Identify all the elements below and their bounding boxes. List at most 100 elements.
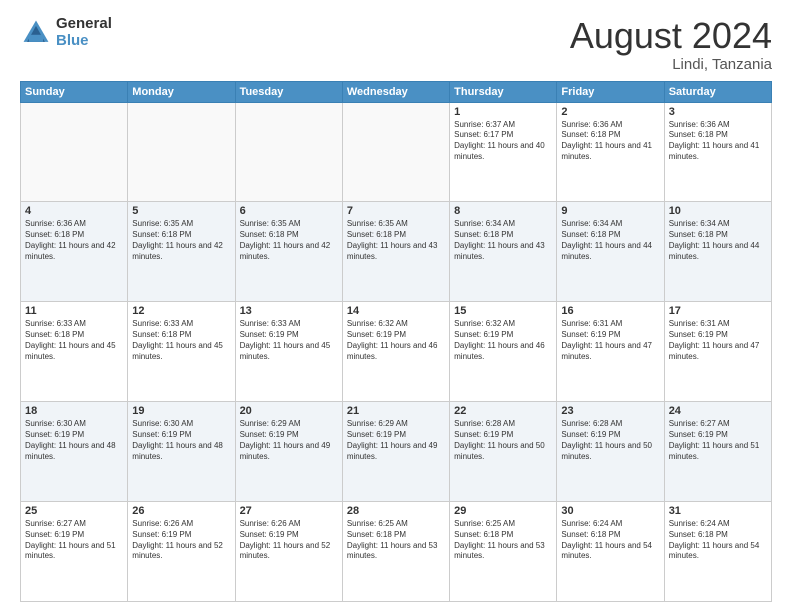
day-info: Sunrise: 6:36 AM Sunset: 6:18 PM Dayligh… bbox=[25, 219, 123, 262]
day-number: 14 bbox=[347, 305, 445, 317]
table-row: 8Sunrise: 6:34 AM Sunset: 6:18 PM Daylig… bbox=[450, 202, 557, 302]
day-number: 23 bbox=[561, 405, 659, 417]
table-row: 11Sunrise: 6:33 AM Sunset: 6:18 PM Dayli… bbox=[21, 302, 128, 402]
day-info: Sunrise: 6:36 AM Sunset: 6:18 PM Dayligh… bbox=[669, 120, 767, 163]
day-number: 25 bbox=[25, 505, 123, 517]
day-info: Sunrise: 6:29 AM Sunset: 6:19 PM Dayligh… bbox=[347, 419, 445, 462]
day-number: 15 bbox=[454, 305, 552, 317]
day-number: 18 bbox=[25, 405, 123, 417]
day-info: Sunrise: 6:29 AM Sunset: 6:19 PM Dayligh… bbox=[240, 419, 338, 462]
day-info: Sunrise: 6:33 AM Sunset: 6:18 PM Dayligh… bbox=[25, 319, 123, 362]
logo: General Blue bbox=[20, 16, 112, 49]
day-number: 10 bbox=[669, 205, 767, 217]
day-number: 13 bbox=[240, 305, 338, 317]
calendar-header-row: Sunday Monday Tuesday Wednesday Thursday… bbox=[21, 81, 772, 102]
header-saturday: Saturday bbox=[664, 81, 771, 102]
table-row: 22 Sunrise: 6:28 AM Sunset: 6:19 PM Dayli… bbox=[450, 402, 557, 502]
table-row: 20 Sunrise: 6:29 AM Sunset: 6:19 PM Dayli… bbox=[235, 402, 342, 502]
day-info: Sunrise: 6:34 AM Sunset: 6:18 PM Dayligh… bbox=[669, 219, 767, 262]
table-row: 3Sunrise: 6:36 AM Sunset: 6:18 PM Daylig… bbox=[664, 102, 771, 202]
calendar-week-row: 18 Sunrise: 6:30 AM Sunset: 6:19 PM Dayli… bbox=[21, 402, 772, 502]
table-row: 24 Sunrise: 6:27 AM Sunset: 6:19 PM Dayli… bbox=[664, 402, 771, 502]
day-number: 19 bbox=[132, 405, 230, 417]
header-friday: Friday bbox=[557, 81, 664, 102]
title-block: August 2024 Lindi, Tanzania bbox=[570, 16, 772, 73]
day-number: 1 bbox=[454, 106, 552, 118]
day-info: Sunrise: 6:28 AM Sunset: 6:19 PM Dayligh… bbox=[561, 419, 659, 462]
table-row: 29Sunrise: 6:25 AM Sunset: 6:18 PM Dayli… bbox=[450, 502, 557, 602]
day-info: Sunrise: 6:33 AM Sunset: 6:18 PM Dayligh… bbox=[132, 319, 230, 362]
day-info: Sunrise: 6:35 AM Sunset: 6:18 PM Dayligh… bbox=[347, 219, 445, 262]
table-row: 2Sunrise: 6:36 AM Sunset: 6:18 PM Daylig… bbox=[557, 102, 664, 202]
table-row: 13 Sunrise: 6:33 AM Sunset: 6:19 PM Dayli… bbox=[235, 302, 342, 402]
table-row bbox=[128, 102, 235, 202]
day-number: 12 bbox=[132, 305, 230, 317]
day-info: Sunrise: 6:30 AM Sunset: 6:19 PM Dayligh… bbox=[25, 419, 123, 462]
day-number: 2 bbox=[561, 106, 659, 118]
day-info: Sunrise: 6:34 AM Sunset: 6:18 PM Dayligh… bbox=[454, 219, 552, 262]
table-row: 31 Sunrise: 6:24 AM Sunset: 6:18 PM Dayli… bbox=[664, 502, 771, 602]
header: General Blue August 2024 Lindi, Tanzania bbox=[20, 16, 772, 73]
table-row: 15 Sunrise: 6:32 AM Sunset: 6:19 PM Dayli… bbox=[450, 302, 557, 402]
calendar-week-row: 1 Sunrise: 6:37 AM Sunset: 6:17 PM Daylig… bbox=[21, 102, 772, 202]
table-row: 23 Sunrise: 6:28 AM Sunset: 6:19 PM Dayli… bbox=[557, 402, 664, 502]
day-number: 17 bbox=[669, 305, 767, 317]
location-subtitle: Lindi, Tanzania bbox=[570, 56, 772, 73]
header-monday: Monday bbox=[128, 81, 235, 102]
logo-general-text: General bbox=[56, 16, 112, 33]
day-number: 22 bbox=[454, 405, 552, 417]
table-row: 9 Sunrise: 6:34 AM Sunset: 6:18 PM Daylig… bbox=[557, 202, 664, 302]
day-number: 31 bbox=[669, 505, 767, 517]
day-number: 30 bbox=[561, 505, 659, 517]
table-row: 4Sunrise: 6:36 AM Sunset: 6:18 PM Daylig… bbox=[21, 202, 128, 302]
logo-icon bbox=[20, 17, 52, 49]
day-number: 9 bbox=[561, 205, 659, 217]
day-info: Sunrise: 6:31 AM Sunset: 6:19 PM Dayligh… bbox=[561, 319, 659, 362]
day-number: 7 bbox=[347, 205, 445, 217]
calendar-week-row: 4Sunrise: 6:36 AM Sunset: 6:18 PM Daylig… bbox=[21, 202, 772, 302]
table-row: 18 Sunrise: 6:30 AM Sunset: 6:19 PM Dayli… bbox=[21, 402, 128, 502]
day-number: 16 bbox=[561, 305, 659, 317]
day-number: 21 bbox=[347, 405, 445, 417]
day-info: Sunrise: 6:34 AM Sunset: 6:18 PM Dayligh… bbox=[561, 219, 659, 262]
day-info: Sunrise: 6:27 AM Sunset: 6:19 PM Dayligh… bbox=[669, 419, 767, 462]
table-row: 30 Sunrise: 6:24 AM Sunset: 6:18 PM Dayli… bbox=[557, 502, 664, 602]
table-row: 5Sunrise: 6:35 AM Sunset: 6:18 PM Daylig… bbox=[128, 202, 235, 302]
header-sunday: Sunday bbox=[21, 81, 128, 102]
day-info: Sunrise: 6:26 AM Sunset: 6:19 PM Dayligh… bbox=[240, 519, 338, 562]
page: General Blue August 2024 Lindi, Tanzania… bbox=[0, 0, 792, 612]
header-thursday: Thursday bbox=[450, 81, 557, 102]
calendar-table: Sunday Monday Tuesday Wednesday Thursday… bbox=[20, 81, 772, 602]
calendar-week-row: 11Sunrise: 6:33 AM Sunset: 6:18 PM Dayli… bbox=[21, 302, 772, 402]
day-number: 26 bbox=[132, 505, 230, 517]
logo-blue-text: Blue bbox=[56, 33, 112, 50]
day-info: Sunrise: 6:33 AM Sunset: 6:19 PM Dayligh… bbox=[240, 319, 338, 362]
header-wednesday: Wednesday bbox=[342, 81, 449, 102]
table-row: 1 Sunrise: 6:37 AM Sunset: 6:17 PM Daylig… bbox=[450, 102, 557, 202]
day-info: Sunrise: 6:26 AM Sunset: 6:19 PM Dayligh… bbox=[132, 519, 230, 562]
table-row: 7 Sunrise: 6:35 AM Sunset: 6:18 PM Daylig… bbox=[342, 202, 449, 302]
day-info: Sunrise: 6:25 AM Sunset: 6:18 PM Dayligh… bbox=[347, 519, 445, 562]
day-number: 20 bbox=[240, 405, 338, 417]
calendar-week-row: 25Sunrise: 6:27 AM Sunset: 6:19 PM Dayli… bbox=[21, 502, 772, 602]
table-row bbox=[235, 102, 342, 202]
day-info: Sunrise: 6:30 AM Sunset: 6:19 PM Dayligh… bbox=[132, 419, 230, 462]
logo-text: General Blue bbox=[56, 16, 112, 49]
day-info: Sunrise: 6:24 AM Sunset: 6:18 PM Dayligh… bbox=[561, 519, 659, 562]
day-info: Sunrise: 6:28 AM Sunset: 6:19 PM Dayligh… bbox=[454, 419, 552, 462]
table-row: 12 Sunrise: 6:33 AM Sunset: 6:18 PM Dayli… bbox=[128, 302, 235, 402]
day-number: 27 bbox=[240, 505, 338, 517]
day-info: Sunrise: 6:37 AM Sunset: 6:17 PM Dayligh… bbox=[454, 120, 552, 163]
day-info: Sunrise: 6:32 AM Sunset: 6:19 PM Dayligh… bbox=[454, 319, 552, 362]
header-tuesday: Tuesday bbox=[235, 81, 342, 102]
day-number: 24 bbox=[669, 405, 767, 417]
table-row: 28Sunrise: 6:25 AM Sunset: 6:18 PM Dayli… bbox=[342, 502, 449, 602]
day-info: Sunrise: 6:25 AM Sunset: 6:18 PM Dayligh… bbox=[454, 519, 552, 562]
day-info: Sunrise: 6:24 AM Sunset: 6:18 PM Dayligh… bbox=[669, 519, 767, 562]
table-row: 16 Sunrise: 6:31 AM Sunset: 6:19 PM Dayli… bbox=[557, 302, 664, 402]
table-row: 14 Sunrise: 6:32 AM Sunset: 6:19 PM Dayli… bbox=[342, 302, 449, 402]
day-info: Sunrise: 6:32 AM Sunset: 6:19 PM Dayligh… bbox=[347, 319, 445, 362]
table-row: 19 Sunrise: 6:30 AM Sunset: 6:19 PM Dayli… bbox=[128, 402, 235, 502]
table-row: 26 Sunrise: 6:26 AM Sunset: 6:19 PM Dayli… bbox=[128, 502, 235, 602]
table-row bbox=[21, 102, 128, 202]
